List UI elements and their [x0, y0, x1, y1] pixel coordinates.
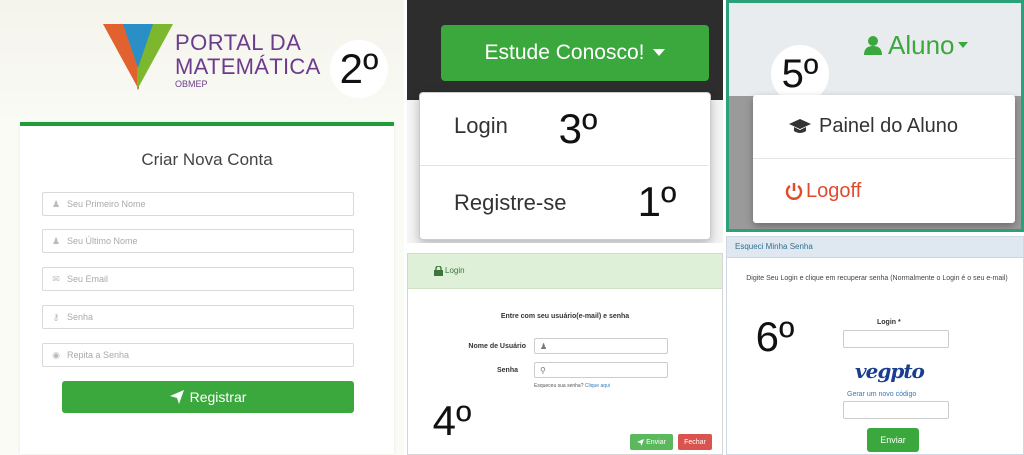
- step-badge-6: 6º: [745, 307, 805, 367]
- menu-item-student-dashboard[interactable]: Painel do Aluno: [753, 95, 1015, 159]
- aluno-label: Aluno: [888, 29, 955, 60]
- repeat-password-field[interactable]: ◉ Repita a Senha: [42, 343, 354, 367]
- last-name-field[interactable]: ♟ Seu Último Nome: [42, 229, 354, 253]
- register-panel: PORTAL DA MATEMÁTICA OBMEP 2º Criar Nova…: [0, 0, 404, 455]
- power-icon: [785, 183, 803, 200]
- login-modal-header: Login: [408, 254, 722, 289]
- register-button-label: Registrar: [189, 389, 247, 405]
- send-button[interactable]: Enviar: [630, 434, 673, 450]
- menu-item-login-label: Login: [454, 113, 508, 138]
- user-icon: [864, 36, 882, 55]
- logoff-label: Logoff: [806, 179, 862, 202]
- captcha-image: vegpto: [855, 359, 925, 385]
- login-modal-panel: Login Entre com seu usuário(e-mail) e se…: [407, 253, 723, 455]
- forgot-password-link[interactable]: Clique aqui: [585, 383, 610, 389]
- caret-down-icon: [653, 49, 666, 56]
- first-name-placeholder: Seu Primeiro Nome: [67, 199, 146, 209]
- envelope-icon: ✉: [52, 273, 60, 284]
- register-button[interactable]: Registrar: [62, 381, 354, 413]
- username-input[interactable]: ♟: [534, 338, 668, 354]
- close-button[interactable]: Fechar: [678, 434, 712, 450]
- repeat-password-placeholder: Repita a Senha: [67, 350, 130, 360]
- form-title: Criar Nova Conta: [141, 150, 273, 169]
- eye-icon: ◉: [52, 349, 60, 360]
- last-name-placeholder: Seu Último Nome: [67, 236, 138, 246]
- logo-line1: PORTAL DA: [175, 30, 302, 55]
- login-input[interactable]: [843, 330, 949, 348]
- password-placeholder: Senha: [67, 312, 94, 322]
- forgot-password-header: Esqueci Minha Senha: [727, 237, 1023, 258]
- forgot-instruction: Digite Seu Login e clique em recuperar s…: [746, 275, 1008, 282]
- login-modal-title: Login: [445, 266, 465, 275]
- email-placeholder: Seu Email: [67, 274, 109, 284]
- logo-mark: [103, 24, 173, 90]
- caret-down-icon: [957, 41, 968, 48]
- step-badge-4: 4º: [422, 392, 482, 450]
- forgot-password-row: Esqueceu sua senha? Clique aqui: [534, 383, 610, 389]
- estude-conosco-button[interactable]: Estude Conosco!: [441, 25, 709, 81]
- logo-line2: MATEMÁTICA: [175, 54, 321, 79]
- user-icon: ♟: [51, 235, 61, 246]
- menu-item-register-label: Registre-se: [454, 190, 567, 215]
- key-icon: ⚷: [52, 311, 60, 322]
- paper-plane-icon: [637, 438, 645, 446]
- forgot-password-text: Esqueceu sua senha?: [534, 383, 584, 389]
- lock-icon: [434, 266, 443, 276]
- password-field[interactable]: ⚷ Senha: [42, 305, 354, 329]
- first-name-field[interactable]: ♟ Seu Primeiro Nome: [42, 192, 354, 216]
- logo-line3: OBMEP: [175, 79, 208, 89]
- password-input[interactable]: ⚲: [534, 362, 668, 378]
- user-icon: ♟: [51, 198, 61, 209]
- aluno-menu-toggle[interactable]: Aluno: [863, 25, 968, 65]
- send-button-label: Enviar: [646, 438, 666, 446]
- login-label: Login *: [877, 319, 901, 326]
- menu-item-logoff[interactable]: Logoff: [753, 160, 1015, 222]
- forgot-send-button[interactable]: Enviar: [867, 428, 919, 452]
- portal-logo: PORTAL DA MATEMÁTICA OBMEP: [103, 24, 320, 94]
- paper-plane-icon: [169, 390, 184, 404]
- student-dashboard-label: Painel do Aluno: [819, 115, 959, 137]
- user-icon: ♟: [540, 341, 548, 351]
- step-badge-1: 1º: [627, 172, 687, 232]
- captcha-input[interactable]: [843, 401, 949, 419]
- close-button-label: Fechar: [684, 438, 706, 446]
- forgot-password-title: Esqueci Minha Senha: [735, 242, 813, 251]
- username-label: Nome de Usuário: [468, 343, 526, 350]
- login-instruction: Entre com seu usuário(e-mail) e senha: [500, 313, 630, 320]
- graduation-cap-icon: [789, 118, 811, 133]
- forgot-send-label: Enviar: [880, 435, 906, 445]
- study-menu-panel: Estude Conosco! Login Registre-se 3º 1º: [407, 0, 723, 243]
- student-menu-panel: 5º Aluno Painel do Aluno Logoff: [726, 0, 1024, 232]
- step-badge-3: 3º: [547, 100, 609, 158]
- aluno-dropdown-menu: Painel do Aluno Logoff: [753, 95, 1015, 223]
- new-code-link[interactable]: Gerar um novo código: [847, 391, 916, 398]
- password-label: Senha: [496, 367, 518, 374]
- email-field[interactable]: ✉ Seu Email: [42, 267, 354, 291]
- forgot-password-panel: Esqueci Minha Senha Digite Seu Login e c…: [726, 236, 1024, 455]
- step-badge-2: 2º: [330, 40, 388, 98]
- captcha-text: vegpto: [855, 359, 925, 383]
- lock-icon: ⚲: [540, 365, 546, 375]
- estude-conosco-label: Estude Conosco!: [484, 41, 645, 64]
